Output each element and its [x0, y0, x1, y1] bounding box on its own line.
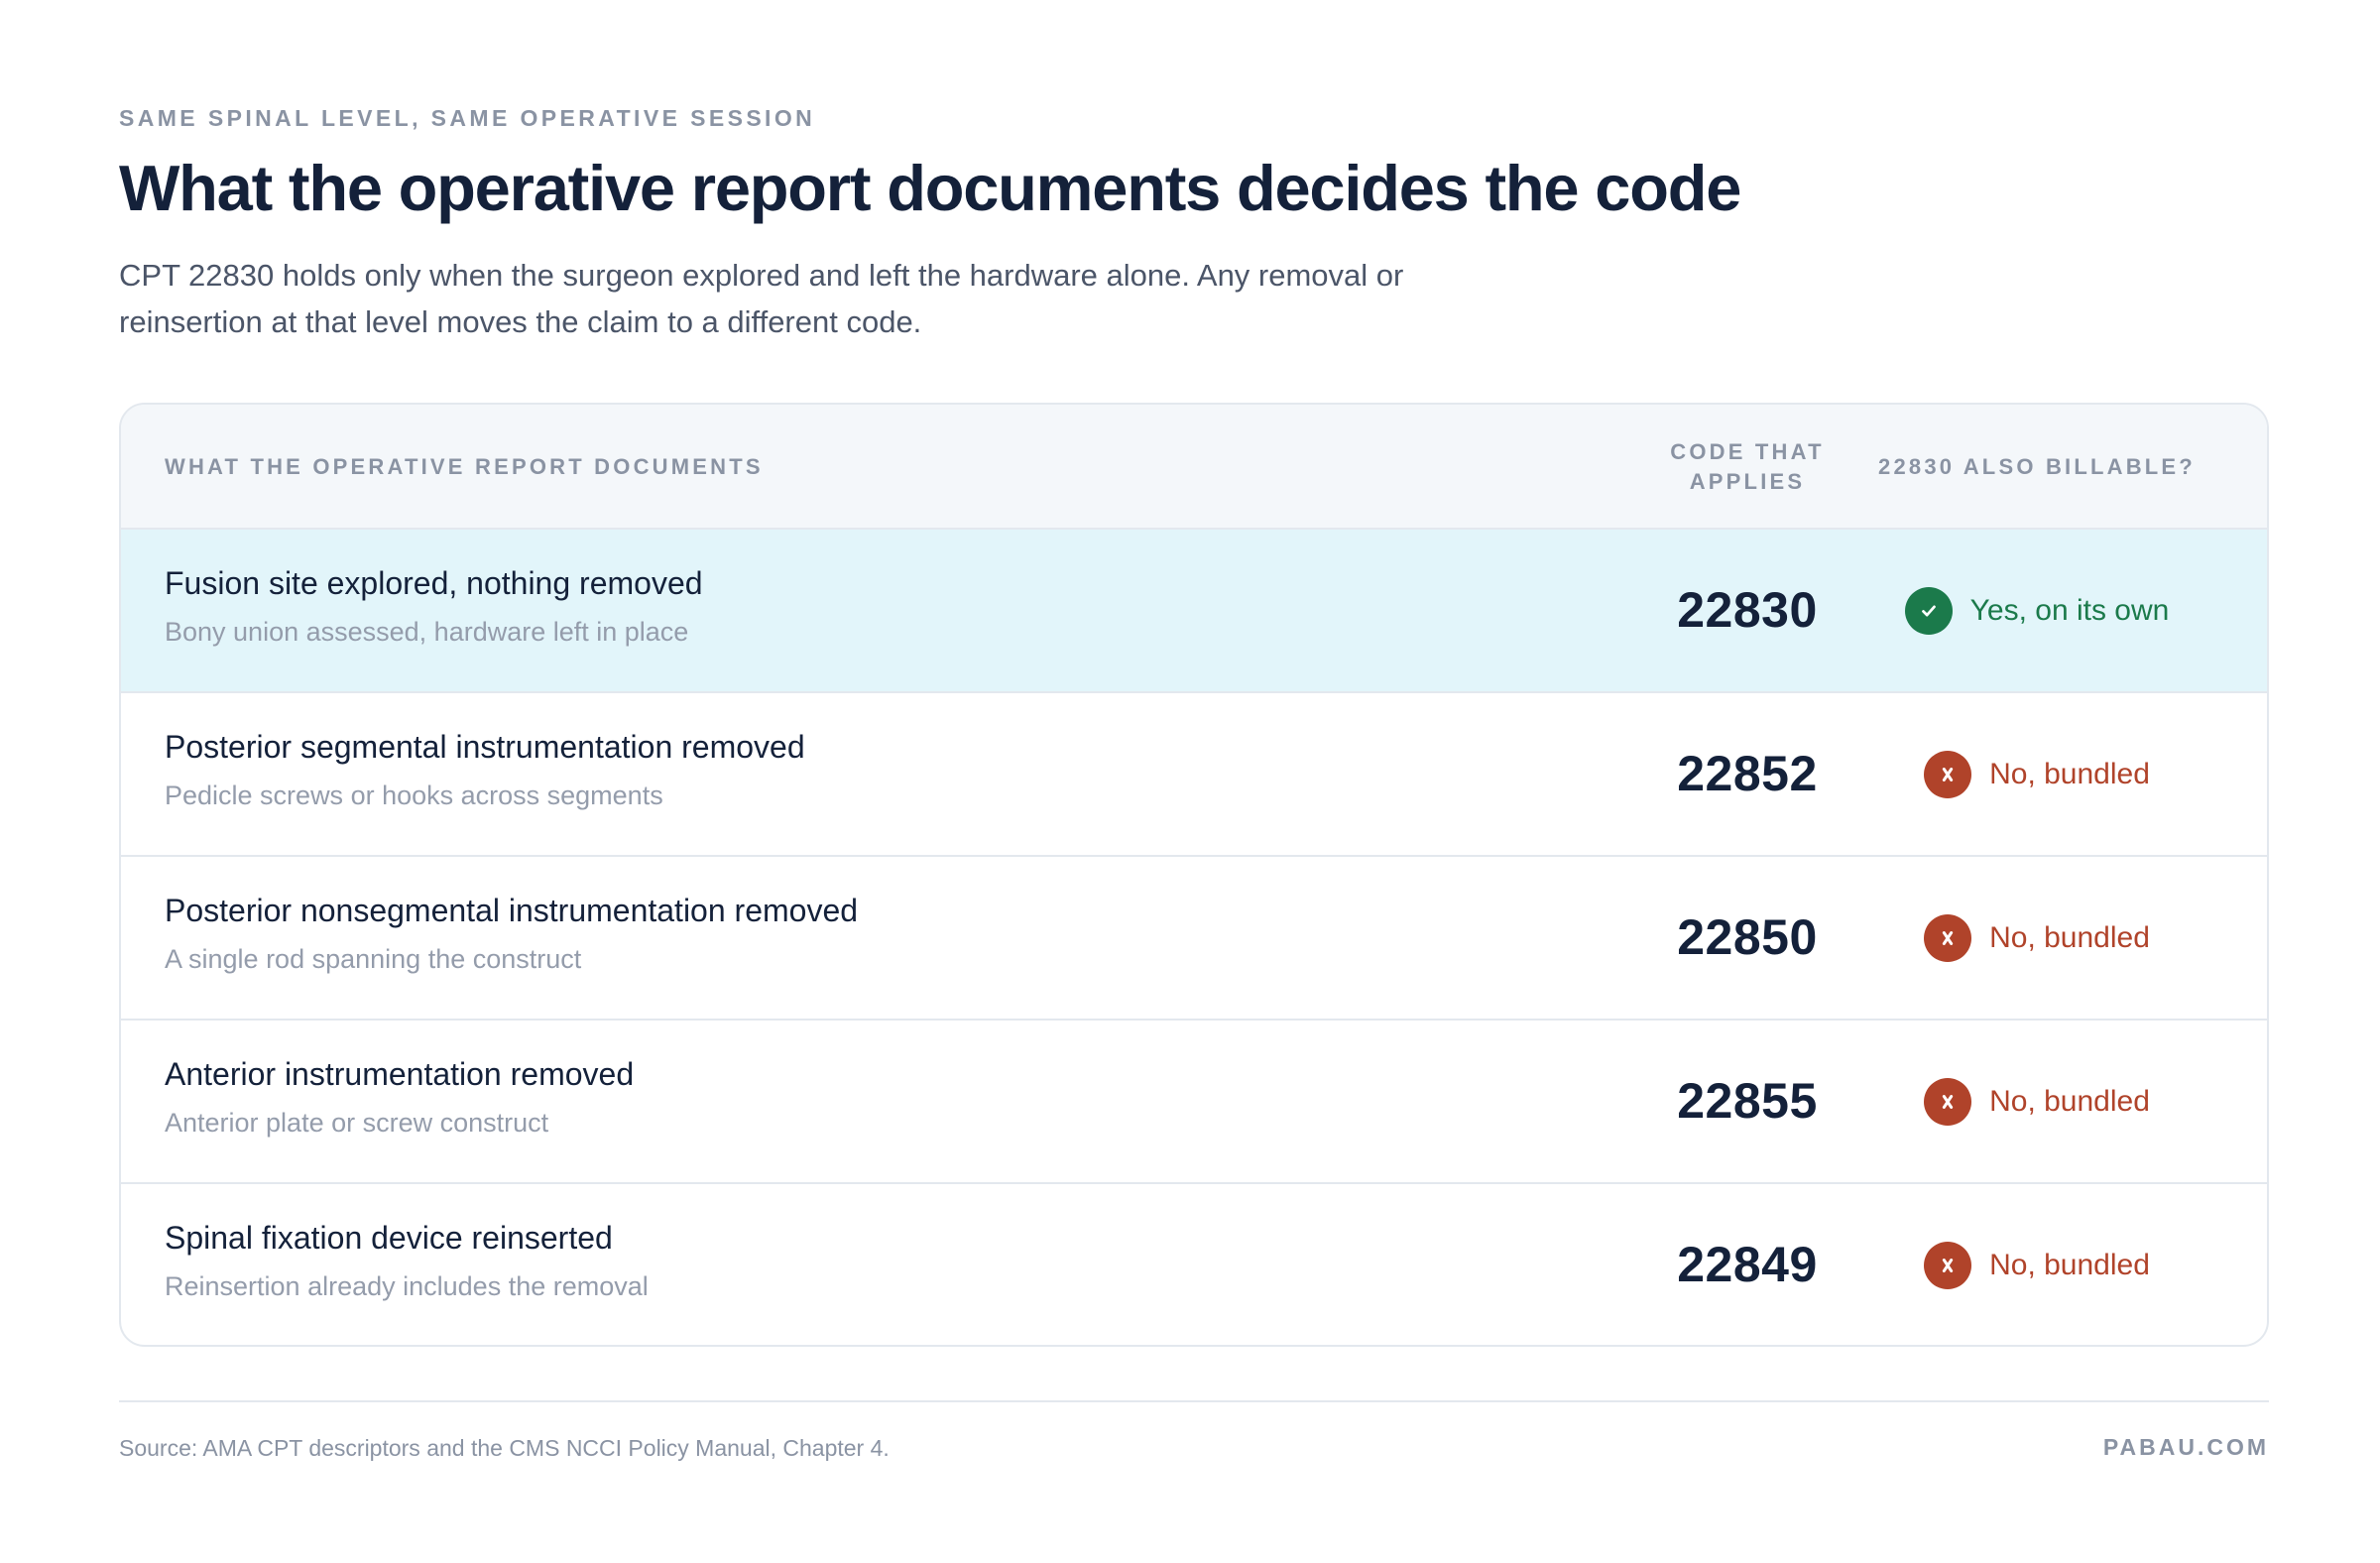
row-title: Spinal fixation device reinserted [165, 1220, 613, 1256]
table-row: Spinal fixation device reinserted Reinser… [121, 1184, 2267, 1345]
row-billable-status: No, bundled [1807, 857, 2267, 1019]
row-billable-status: Yes, on its own [1807, 530, 2267, 691]
cross-icon [1924, 1241, 1972, 1289]
billable-label: No, bundled [1989, 1248, 2150, 1281]
billable-label: No, bundled [1989, 757, 2150, 790]
row-subtitle: Anterior plate or screw construct [165, 1108, 549, 1138]
cross-icon [1924, 913, 1972, 962]
eyebrow: SAME SPINAL LEVEL, SAME OPERATIVE SESSIO… [119, 105, 816, 131]
column-header-billable: 22830 ALSO BILLABLE? [1878, 454, 2196, 479]
check-icon [1904, 586, 1953, 635]
row-title: Anterior instrumentation removed [165, 1056, 635, 1092]
table-row: Posterior nonsegmental instrumentation r… [121, 857, 2267, 1021]
row-subtitle: Bony union assessed, hardware left in pl… [165, 617, 689, 647]
billable-label: Yes, on its own [1969, 593, 2170, 627]
table-row: Fusion site explored, nothing removed Bon… [121, 530, 2267, 693]
code-table: WHAT THE OPERATIVE REPORT DOCUMENTS CODE… [119, 403, 2269, 1347]
row-subtitle: A single rod spanning the construct [165, 944, 582, 974]
row-subtitle: Pedicle screws or hooks across segments [165, 781, 663, 810]
row-billable-status: No, bundled [1807, 693, 2267, 855]
cross-icon [1924, 750, 1972, 798]
column-header-description: WHAT THE OPERATIVE REPORT DOCUMENTS [165, 454, 764, 479]
table-row: Posterior segmental instrumentation remo… [121, 693, 2267, 857]
row-title: Fusion site explored, nothing removed [165, 565, 703, 601]
billable-label: No, bundled [1989, 920, 2150, 954]
page-title: What the operative report documents deci… [119, 152, 1741, 224]
cross-icon [1924, 1077, 1972, 1126]
row-title: Posterior segmental instrumentation remo… [165, 729, 805, 765]
row-billable-status: No, bundled [1807, 1184, 2267, 1345]
footer-divider [119, 1400, 2269, 1402]
row-subtitle: Reinsertion already includes the removal [165, 1271, 649, 1301]
table-row: Anterior instrumentation removed Anterior… [121, 1021, 2267, 1184]
brand-mark: PABAU.COM [2102, 1434, 2269, 1460]
row-billable-status: No, bundled [1807, 1021, 2267, 1182]
billable-label: No, bundled [1989, 1084, 2150, 1118]
row-title: Posterior nonsegmental instrumentation r… [165, 893, 859, 928]
source-note: Source: AMA CPT descriptors and the CMS … [119, 1435, 890, 1461]
table-header: WHAT THE OPERATIVE REPORT DOCUMENTS CODE… [121, 405, 2267, 530]
page-subtitle: CPT 22830 holds only when the surgeon ex… [119, 258, 1404, 339]
